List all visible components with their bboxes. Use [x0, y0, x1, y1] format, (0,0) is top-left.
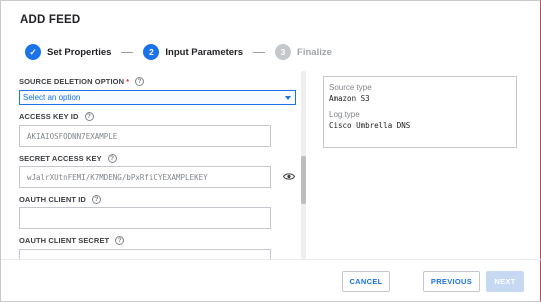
step-label: Set Properties: [47, 46, 112, 58]
help-icon[interactable]: ?: [135, 77, 145, 86]
step-separator: [121, 51, 134, 53]
secret-key-input[interactable]: wJalrXUtnFEMI/K7MDENG/bPxRfiCYEXAMPLEKEY: [19, 166, 271, 188]
label-text: SECRET ACCESS KEY: [19, 154, 102, 163]
source-deletion-select[interactable]: Select an option: [19, 90, 296, 105]
chevron-down-icon: [285, 96, 291, 100]
source-deletion-label: SOURCE DELETION OPTION * ?: [19, 77, 145, 86]
stepper: ✓ Set Properties 2 Input Parameters 3 Fi…: [25, 43, 332, 61]
source-type-label: Source type: [329, 83, 372, 92]
log-type-label: Log type: [329, 110, 360, 119]
oauth-client-secret-label: OAUTH CLIENT SECRET ?: [19, 236, 125, 245]
oauth-client-id-input[interactable]: [19, 207, 271, 229]
help-icon[interactable]: ?: [91, 195, 101, 204]
cancel-button[interactable]: CANCEL: [342, 271, 390, 292]
access-key-input[interactable]: AKIAIOSFODNN7EXAMPLE: [19, 125, 271, 147]
oauth-client-id-label: OAUTH CLIENT ID ?: [19, 195, 101, 204]
add-feed-dialog: ADD FEED ✓ Set Properties 2 Input Parame…: [0, 0, 541, 302]
step-number: 3: [275, 44, 292, 60]
input-parameters-form: SOURCE DELETION OPTION * ? Select an opt…: [19, 71, 299, 259]
access-key-label: ACCESS KEY ID ?: [19, 112, 94, 121]
check-icon: ✓: [25, 44, 41, 60]
label-text: OAUTH CLIENT SECRET: [19, 236, 110, 245]
help-icon[interactable]: ?: [115, 236, 125, 245]
label-text: ACCESS KEY ID: [19, 112, 79, 121]
step-label: Input Parameters: [165, 46, 244, 58]
oauth-client-secret-input[interactable]: [19, 249, 271, 259]
help-icon[interactable]: ?: [107, 154, 117, 163]
form-scrollbar[interactable]: [301, 71, 306, 259]
log-type-value: Cisco Umbrella DNS: [329, 121, 411, 130]
label-text: SOURCE DELETION OPTION: [19, 77, 125, 86]
required-mark: *: [126, 77, 130, 86]
feed-summary-panel: Source type Amazon S3 Log type Cisco Umb…: [323, 76, 517, 148]
dialog-title: ADD FEED: [20, 14, 81, 26]
step-separator: [253, 51, 266, 53]
step-number: 2: [143, 44, 160, 60]
step-input-parameters[interactable]: 2 Input Parameters: [143, 44, 243, 60]
next-button[interactable]: NEXT: [486, 271, 524, 292]
source-type-value: Amazon S3: [329, 94, 370, 103]
eye-icon[interactable]: [283, 172, 295, 181]
help-icon[interactable]: ?: [84, 112, 94, 121]
step-set-properties[interactable]: ✓ Set Properties: [25, 44, 111, 60]
select-value: Select an option: [23, 93, 81, 102]
label-text: OAUTH CLIENT ID: [19, 195, 86, 204]
step-label: Finalize: [297, 46, 332, 58]
secret-key-label: SECRET ACCESS KEY ?: [19, 154, 117, 163]
scrollbar-thumb[interactable]: [301, 156, 306, 204]
footer-divider: [1, 259, 541, 260]
step-finalize: 3 Finalize: [275, 44, 332, 60]
previous-button[interactable]: PREVIOUS: [423, 271, 480, 292]
